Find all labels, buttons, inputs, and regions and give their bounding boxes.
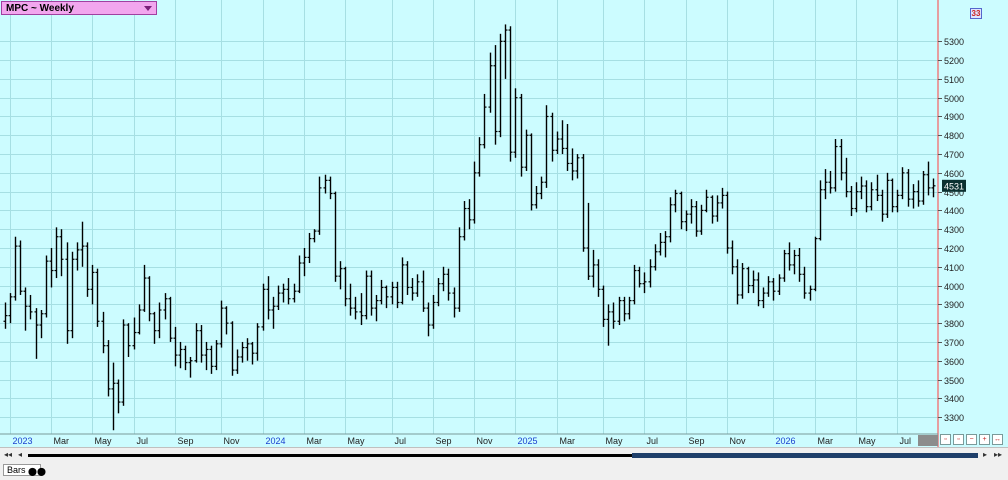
bars-tab-label: Bars [7,465,26,475]
y-tick-label: 4100 [944,263,964,273]
zoom-in-icon[interactable]: + [979,434,990,445]
y-tick-label: 5000 [944,94,964,104]
x-tick-label: Jul [647,436,659,446]
bar-style-icon[interactable]: ▫ [953,434,964,445]
x-tick-label: 2025 [518,436,538,446]
x-tick-label: 2023 [13,436,33,446]
chart-tool-buttons: ▫ ▫ − + ↔ [940,434,1003,446]
zoom-out-icon[interactable]: − [966,434,977,445]
x-tick-label: Mar [560,436,576,446]
scroll-last-icon[interactable]: ▸▸ [994,450,1002,459]
x-tick-label: May [606,436,624,446]
bars-tab-icon: ⬤⬤ [28,467,46,476]
y-tick-label: 5100 [944,75,964,85]
price-chart: 3300 3400 3500 3600 3700 3800 3900 4000 4100 4200… [0,0,1008,447]
y-tick-label: 4400 [944,206,964,216]
scroll-right-icon[interactable]: ▸ [983,450,987,459]
corner-badge[interactable]: 33 [970,8,982,19]
x-tick-label: Jul [137,436,149,446]
x-tick-label: Mar [818,436,834,446]
y-tick-label: 4600 [944,169,964,179]
x-tick-label: May [348,436,366,446]
x-tick-label: Mar [54,436,70,446]
chart-title-dropdown[interactable]: MPC ~ Weekly [1,1,157,15]
x-tick-label: Sep [178,436,194,446]
last-price-label: 4531 [944,181,964,191]
y-tick-label: 4800 [944,131,964,141]
x-tick-label: Sep [436,436,452,446]
y-tick-label: 3900 [944,300,964,310]
x-tick-label: 2024 [266,436,286,446]
y-tick-label: 4300 [944,225,964,235]
scroll-thumb[interactable] [632,453,978,458]
scroll-end-icon[interactable]: ↔ [992,434,1003,445]
y-tick-label: 3500 [944,376,964,386]
scroll-first-icon[interactable]: ◂◂ [4,450,12,459]
x-tick-label: Jul [900,436,912,446]
footer: Bars ⬤⬤ [0,461,1008,480]
chevron-down-icon[interactable] [144,6,152,11]
x-tick-label: Mar [307,436,323,446]
y-tick-label: 4700 [944,150,964,160]
y-tick-label: 3400 [944,394,964,404]
bars-tab[interactable]: Bars ⬤⬤ [3,464,46,476]
y-tick-label: 3600 [944,357,964,367]
y-tick-label: 3700 [944,338,964,348]
y-tick-label: 5300 [944,37,964,47]
x-tick-label: May [859,436,877,446]
time-axis-gray-marker [918,435,938,446]
y-tick-label: 4200 [944,244,964,254]
y-tick-label: 3300 [944,413,964,423]
horizontal-scrollbar[interactable]: ◂◂ ◂ ▸ ▸▸ [0,447,1008,461]
x-tick-label: Sep [689,436,705,446]
y-tick-label: 5200 [944,56,964,66]
chart-settings-icon[interactable]: ▫ [940,434,951,445]
x-tick-label: May [95,436,113,446]
y-tick-label: 4000 [944,282,964,292]
y-tick-label: 3800 [944,319,964,329]
x-tick-label: 2026 [776,436,796,446]
scroll-left-icon[interactable]: ◂ [18,450,22,459]
y-tick-label: 4900 [944,112,964,122]
x-tick-label: Nov [224,436,241,446]
last-price-marker: 4531 [942,179,966,192]
x-tick-label: Jul [395,436,407,446]
chart-title: MPC ~ Weekly [6,3,74,14]
x-tick-label: Nov [477,436,494,446]
x-tick-label: Nov [730,436,747,446]
